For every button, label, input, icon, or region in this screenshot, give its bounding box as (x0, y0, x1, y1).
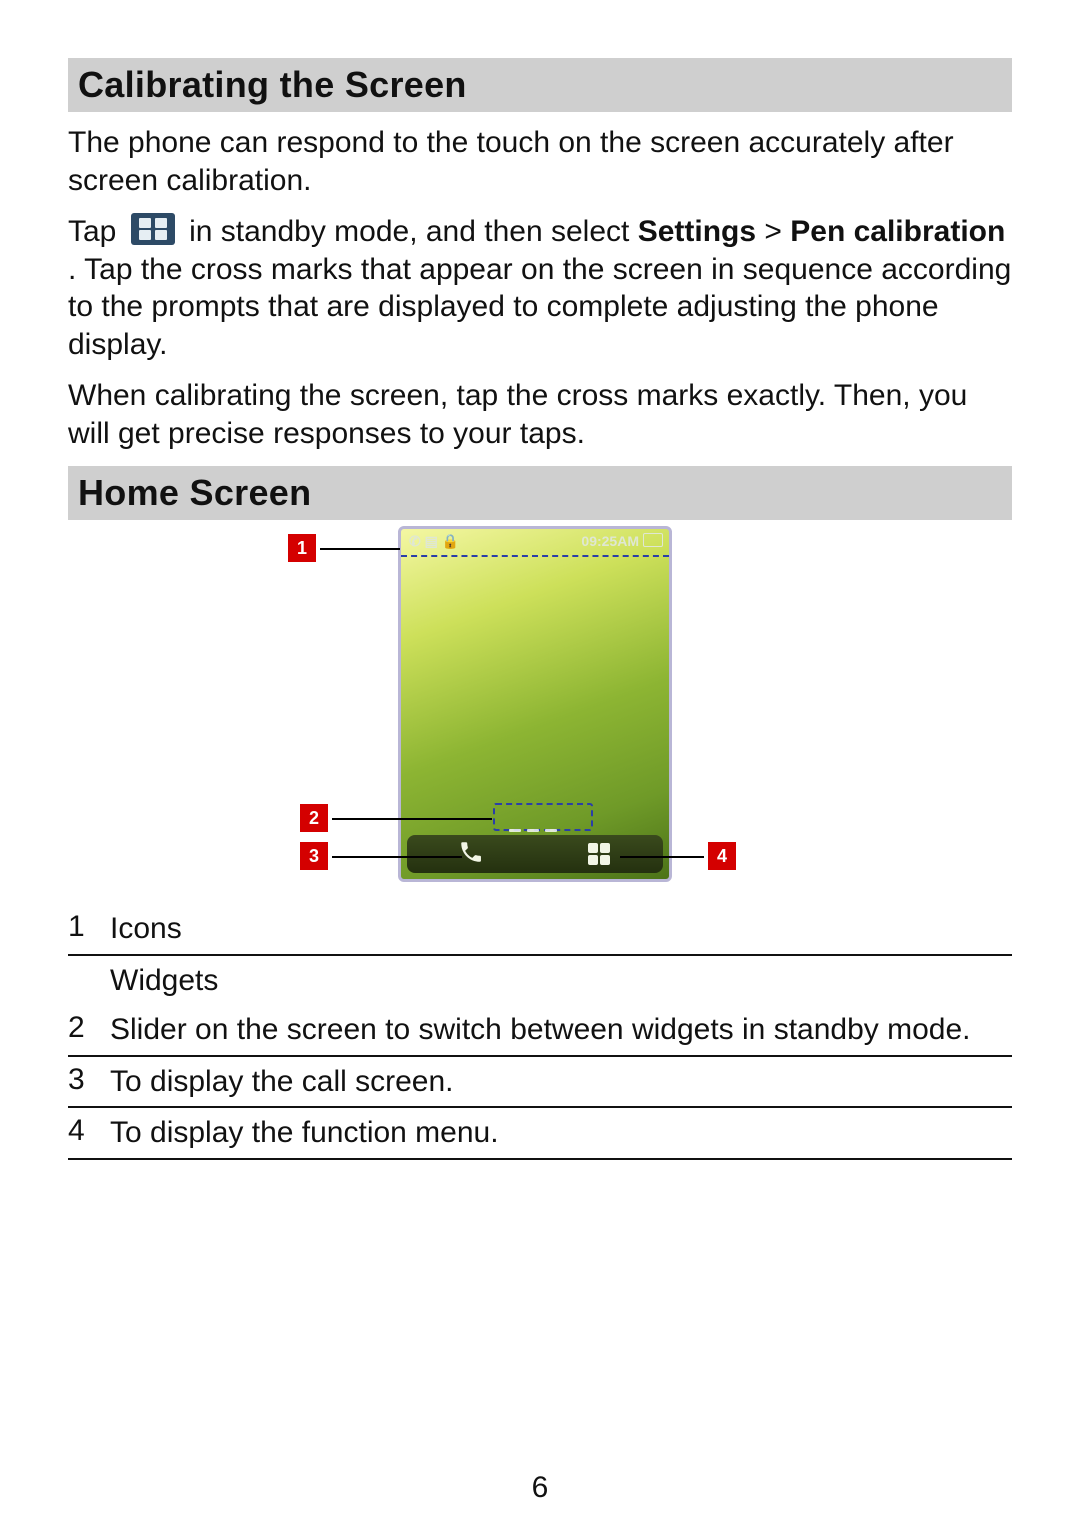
divider (68, 1158, 1012, 1160)
bold-text: Pen calibration (790, 215, 1005, 248)
home-screen-figure: ✆ ▤ 🔒 09:25AM 1 2 3 4 (68, 526, 1012, 896)
text: > (764, 215, 790, 248)
paragraph: The phone can respond to the touch on th… (68, 124, 1012, 199)
leader-line (332, 818, 492, 820)
legend-row: 3 To display the call screen. (68, 1057, 1012, 1107)
widget-slider-outline (493, 803, 593, 831)
text: Tap (68, 215, 125, 248)
apps-grid-icon (131, 213, 175, 245)
status-icons: ✆ ▤ 🔒 (409, 533, 459, 550)
paragraph: Tap in standby mode, and then select Set… (68, 213, 1012, 363)
leader-line (620, 856, 704, 858)
text: . Tap the cross marks that appear on the… (68, 253, 1011, 361)
section-heading-home: Home Screen (68, 466, 1012, 520)
status-bar: ✆ ▤ 🔒 09:25AM (401, 529, 669, 557)
status-time: 09:25AM (581, 533, 639, 549)
legend-row: 4 To display the function menu. (68, 1108, 1012, 1158)
phone-frame: ✆ ▤ 🔒 09:25AM (398, 526, 672, 882)
page-indicator (509, 829, 569, 833)
legend-text: Widgets (110, 962, 1012, 1000)
legend-number (68, 962, 92, 1000)
legend-row: 1 Icons (68, 904, 1012, 954)
legend-number: 4 (68, 1114, 92, 1152)
legend-number: 1 (68, 910, 92, 948)
phone-icon (458, 839, 484, 870)
manual-page: Calibrating the Screen The phone can res… (0, 0, 1080, 1535)
dock (407, 835, 663, 873)
legend-row: 2 Slider on the screen to switch between… (68, 1005, 1012, 1055)
callout-badge-2: 2 (300, 804, 328, 832)
text: in standby mode, and then select (189, 215, 638, 248)
paragraph: When calibrating the screen, tap the cro… (68, 377, 1012, 452)
callout-badge-1: 1 (288, 534, 316, 562)
legend-number: 3 (68, 1063, 92, 1101)
legend-number: 2 (68, 1011, 92, 1049)
leader-line (320, 548, 400, 550)
legend-row: Widgets (68, 956, 1012, 1006)
page-number: 6 (0, 1471, 1080, 1505)
apps-grid-icon (586, 841, 612, 867)
legend-table: 1 Icons Widgets 2 Slider on the screen t… (68, 904, 1012, 1160)
legend-text: Icons (110, 910, 1012, 948)
callout-badge-4: 4 (708, 842, 736, 870)
legend-text: To display the call screen. (110, 1063, 1012, 1101)
callout-badge-3: 3 (300, 842, 328, 870)
section-heading-calibrating: Calibrating the Screen (68, 58, 1012, 112)
battery-icon (643, 533, 663, 547)
legend-text: Slider on the screen to switch between w… (110, 1011, 1012, 1049)
leader-line (332, 856, 462, 858)
legend-text: To display the function menu. (110, 1114, 1012, 1152)
bold-text: Settings (638, 215, 756, 248)
